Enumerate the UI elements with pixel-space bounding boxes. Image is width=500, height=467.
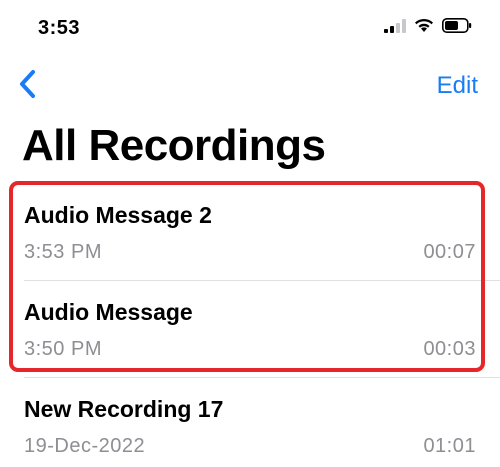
recording-duration: 00:03 — [423, 338, 476, 360]
recording-item-new-recording-17[interactable]: New Recording 17 19-Dec-2022 01:01 — [0, 378, 500, 467]
recording-item-audio-message-2[interactable]: Audio Message 2 3:53 PM 00:07 — [0, 184, 500, 281]
recording-date: 3:53 PM — [24, 241, 102, 263]
status-bar: 3:53 — [0, 0, 500, 52]
recording-date: 3:50 PM — [24, 338, 102, 360]
back-button[interactable] — [10, 68, 44, 104]
recording-item-audio-message[interactable]: Audio Message 3:50 PM 00:03 — [0, 281, 500, 378]
status-icons — [384, 18, 472, 33]
chevron-left-icon — [18, 69, 36, 104]
recording-date: 19-Dec-2022 — [24, 435, 146, 457]
status-time: 3:53 — [38, 17, 81, 39]
page-title: All Recordings — [22, 121, 326, 170]
cellular-signal-icon — [384, 18, 406, 33]
recording-title: Audio Message — [24, 299, 193, 325]
recording-duration: 00:07 — [423, 241, 476, 263]
battery-icon — [442, 18, 472, 33]
edit-button[interactable]: Edit — [437, 72, 478, 100]
nav-bar: Edit — [0, 60, 500, 110]
wifi-icon — [414, 18, 434, 33]
voice-memos-screen: 3:53 Edit All Recordings Audio Message 2… — [0, 0, 500, 467]
recording-list: Audio Message 2 3:53 PM 00:07 Audio Mess… — [0, 184, 500, 467]
recording-duration: 01:01 — [423, 435, 476, 457]
recording-title: New Recording 17 — [24, 396, 224, 422]
recording-title: Audio Message 2 — [24, 202, 212, 228]
